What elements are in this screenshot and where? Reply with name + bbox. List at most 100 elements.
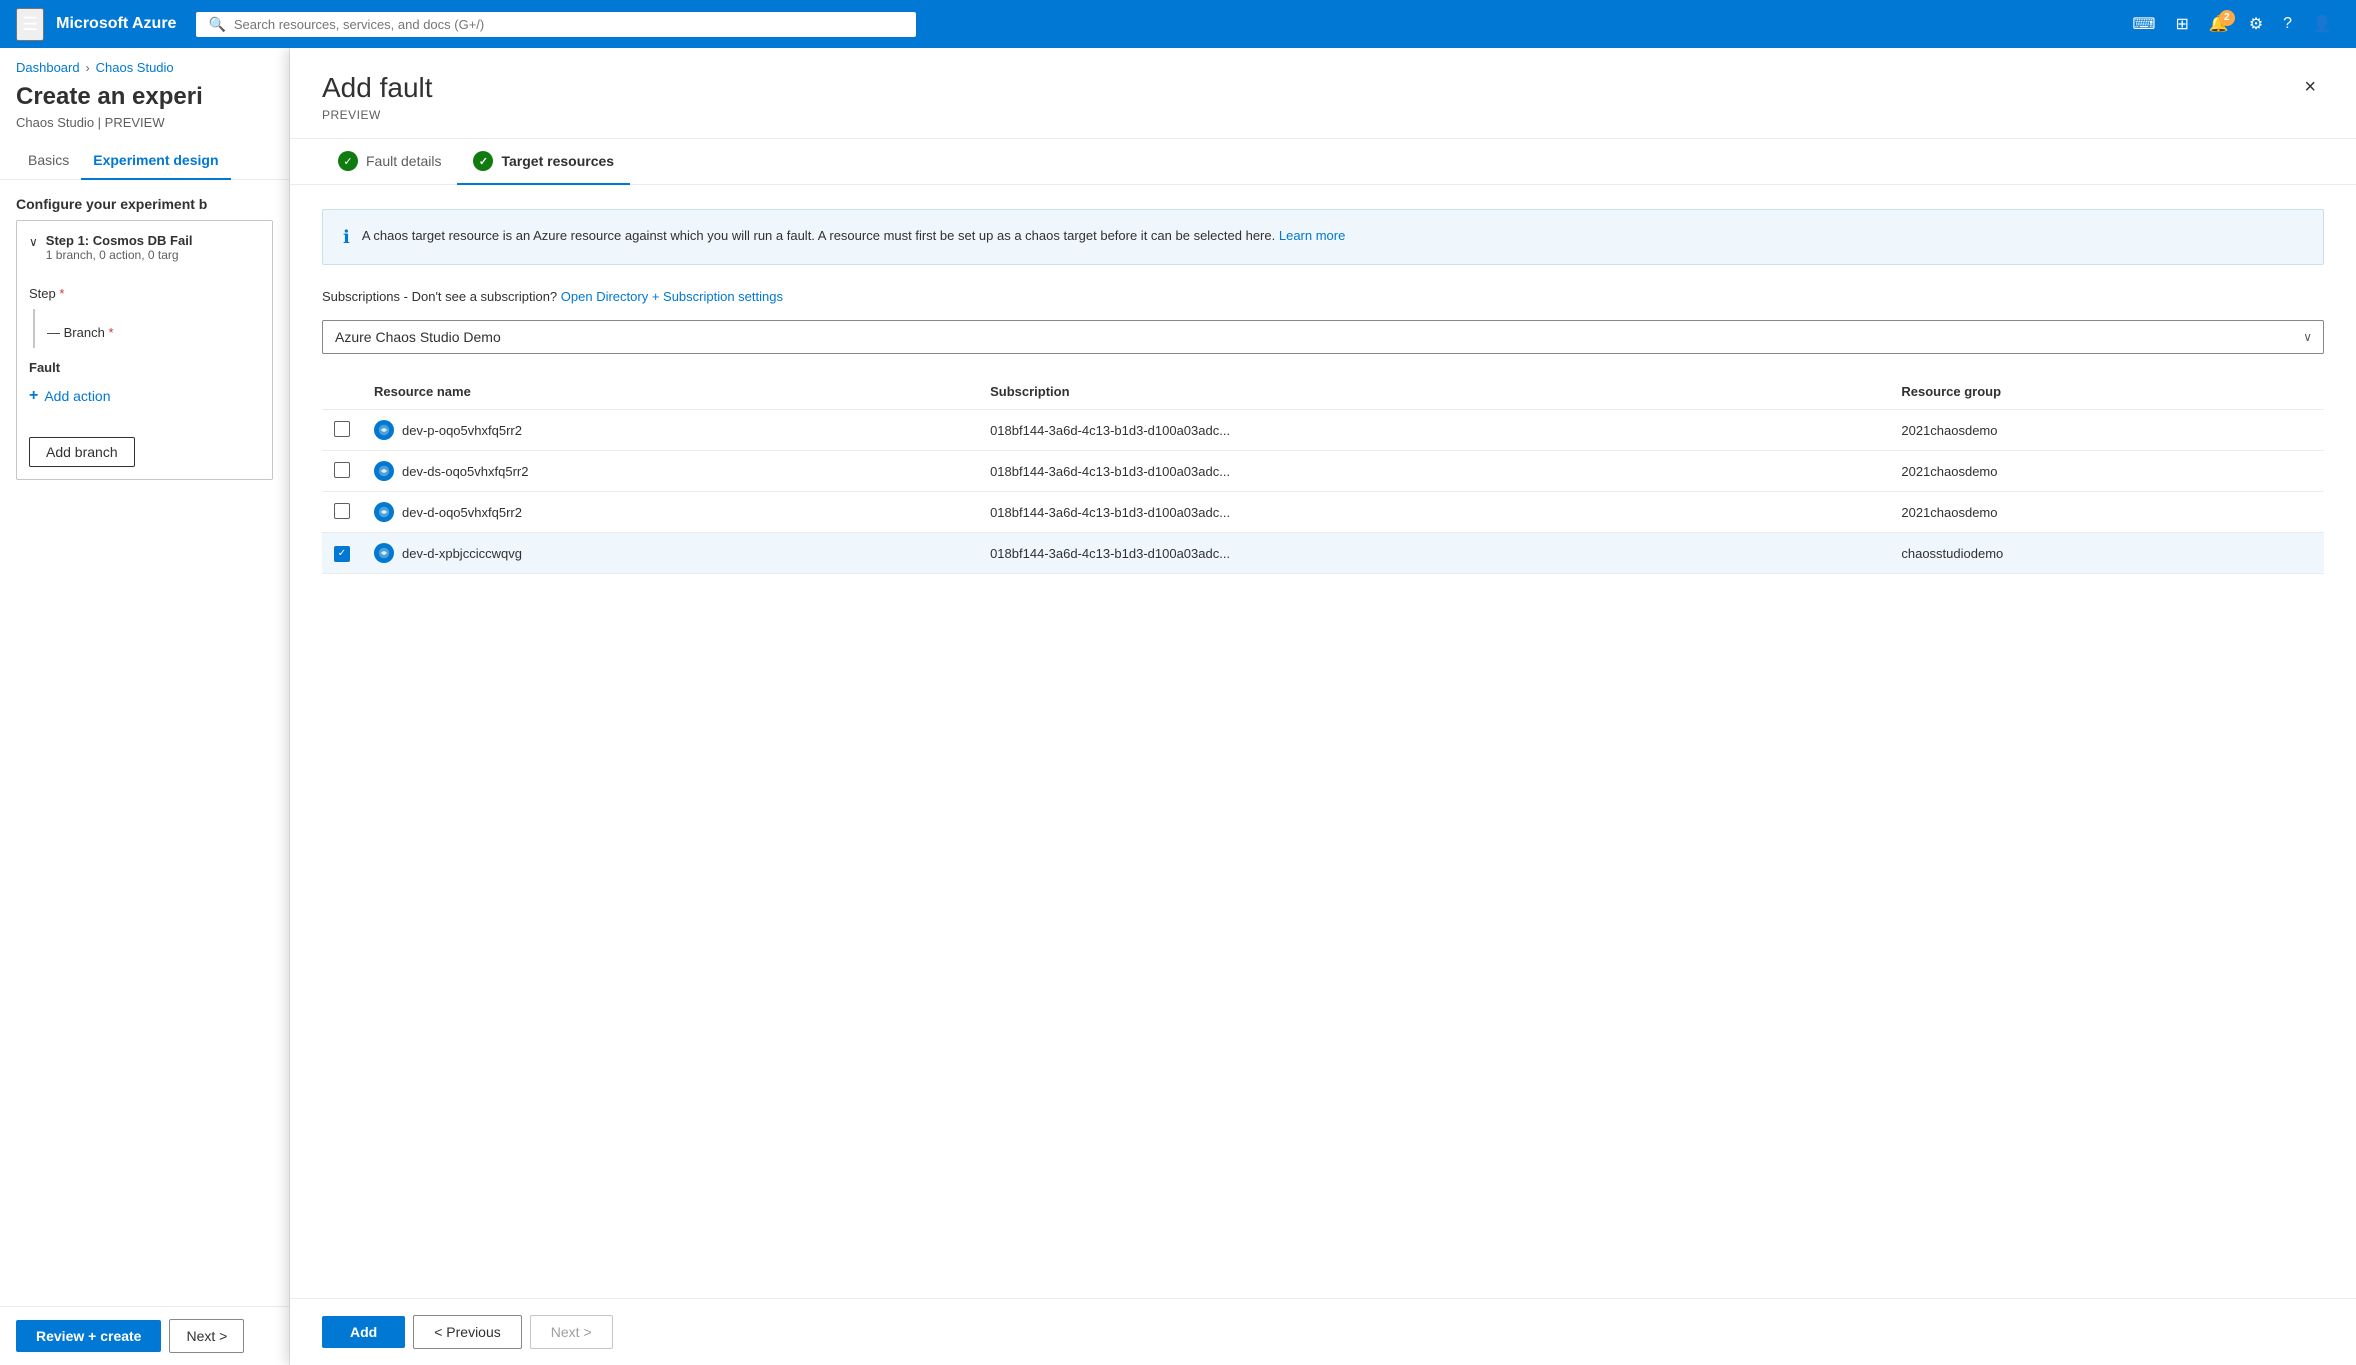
page-title: Create an experi	[0, 79, 289, 113]
breadcrumb-separator: ›	[86, 61, 90, 75]
cloud-shell-button[interactable]: ⌨	[2124, 8, 2163, 40]
step-required: *	[59, 286, 64, 301]
drawer-title-group: Add fault PREVIEW	[322, 72, 433, 122]
row-checkbox[interactable]	[334, 421, 350, 437]
row-checkbox[interactable]	[334, 462, 350, 478]
subscription-select[interactable]: Azure Chaos Studio Demo	[322, 320, 2324, 354]
resource-icon	[374, 461, 394, 481]
topbar-icons: ⌨ ⊞ 🔔 2 ⚙ ? 👤	[2124, 8, 2340, 40]
close-button[interactable]: ×	[2296, 72, 2324, 103]
page-tabs: Basics Experiment design	[0, 142, 289, 180]
search-box[interactable]: 🔍	[196, 12, 916, 37]
table-row: dev-d-oqo5vhxfq5rr2 018bf144-3a6d-4c13-b…	[322, 492, 2324, 533]
resource-name: dev-p-oqo5vhxfq5rr2	[402, 423, 522, 438]
step-body: Step * — Branch * Fault + Add action Add…	[17, 286, 272, 479]
subscription-select-wrapper: Azure Chaos Studio Demo ∨	[322, 320, 2324, 354]
previous-button[interactable]: < Previous	[413, 1315, 522, 1349]
learn-more-link[interactable]: Learn more	[1279, 228, 1345, 243]
col-resource-group: Resource group	[1889, 374, 2324, 410]
table-row: ✓ dev-d-xpbjcciccwqvg 018bf144-3a6d-4c13…	[322, 533, 2324, 574]
step-name: Step 1: Cosmos DB Fail	[46, 233, 260, 248]
resource-icon	[374, 420, 394, 440]
breadcrumb: Dashboard › Chaos Studio	[0, 48, 289, 79]
breadcrumb-chaos-studio[interactable]: Chaos Studio	[96, 60, 174, 75]
drawer-footer: Add < Previous Next >	[290, 1298, 2356, 1365]
table-row: dev-ds-oqo5vhxfq5rr2 018bf144-3a6d-4c13-…	[322, 451, 2324, 492]
search-input[interactable]	[234, 17, 905, 32]
step-chevron-icon: ∨	[29, 235, 38, 249]
add-button[interactable]: Add	[322, 1316, 405, 1348]
step-info: Step 1: Cosmos DB Fail 1 branch, 0 actio…	[46, 233, 260, 262]
search-icon: 🔍	[208, 16, 225, 33]
tab-basics[interactable]: Basics	[16, 142, 81, 180]
fault-details-check-icon: ✓	[338, 151, 358, 171]
resource-group: 2021chaosdemo	[1889, 410, 2324, 451]
plus-icon: +	[29, 387, 38, 405]
next-button[interactable]: Next >	[169, 1319, 244, 1353]
resource-name: dev-ds-oqo5vhxfq5rr2	[402, 464, 528, 479]
row-checkbox[interactable]: ✓	[334, 546, 350, 562]
breadcrumb-dashboard[interactable]: Dashboard	[16, 60, 80, 75]
col-subscription: Subscription	[978, 374, 1889, 410]
resource-name-cell: dev-ds-oqo5vhxfq5rr2	[362, 451, 978, 492]
resource-subscription: 018bf144-3a6d-4c13-b1d3-d100a03adc...	[978, 410, 1889, 451]
tab-experiment-design[interactable]: Experiment design	[81, 142, 230, 180]
fault-label: Fault	[29, 360, 260, 375]
review-create-button[interactable]: Review + create	[16, 1320, 161, 1352]
resource-name: dev-d-oqo5vhxfq5rr2	[402, 505, 522, 520]
brand-name: Microsoft Azure	[56, 15, 176, 33]
branch-field-label: — Branch *	[47, 325, 260, 340]
step-field-label: Step *	[29, 286, 260, 301]
bottom-actions: Review + create Next >	[0, 1306, 289, 1365]
page-subtitle: Chaos Studio | PREVIEW	[0, 113, 289, 142]
resource-name: dev-d-xpbjcciccwqvg	[402, 546, 522, 561]
resource-name-cell: dev-p-oqo5vhxfq5rr2	[362, 410, 978, 451]
drawer-title: Add fault	[322, 72, 433, 104]
portal-menu-button[interactable]: ⊞	[2168, 8, 2197, 40]
left-panel: Dashboard › Chaos Studio Create an exper…	[0, 48, 290, 1365]
tab-target-resources[interactable]: ✓ Target resources	[457, 139, 630, 185]
row-checkbox[interactable]	[334, 503, 350, 519]
resource-subscription: 018bf144-3a6d-4c13-b1d3-d100a03adc...	[978, 451, 1889, 492]
hamburger-menu[interactable]: ☰	[16, 8, 44, 41]
notification-badge: 2	[2219, 10, 2235, 26]
branch-required: *	[108, 325, 113, 340]
col-resource-name: Resource name	[362, 374, 978, 410]
info-text: A chaos target resource is an Azure reso…	[362, 226, 1346, 248]
resource-name-cell: dev-d-oqo5vhxfq5rr2	[362, 492, 978, 533]
topbar: ☰ Microsoft Azure 🔍 ⌨ ⊞ 🔔 2 ⚙ ? 👤	[0, 0, 2356, 48]
account-button[interactable]: 👤	[2304, 8, 2340, 40]
resource-name-cell: dev-d-xpbjcciccwqvg	[362, 533, 978, 574]
info-icon: ℹ	[343, 227, 350, 248]
drawer-header: Add fault PREVIEW ×	[290, 48, 2356, 139]
side-drawer: Add fault PREVIEW × ✓ Fault details ✓ Ta…	[290, 48, 2356, 1365]
resource-group: 2021chaosdemo	[1889, 492, 2324, 533]
step-card: ∨ Step 1: Cosmos DB Fail 1 branch, 0 act…	[16, 220, 273, 480]
drawer-subtitle: PREVIEW	[322, 108, 433, 122]
col-checkbox	[322, 374, 362, 410]
tab-fault-details[interactable]: ✓ Fault details	[322, 139, 457, 185]
target-resources-check-icon: ✓	[473, 151, 493, 171]
next-button-disabled: Next >	[530, 1315, 613, 1349]
settings-button[interactable]: ⚙	[2241, 8, 2271, 40]
configure-label: Configure your experiment b	[0, 180, 289, 220]
table-row: dev-p-oqo5vhxfq5rr2 018bf144-3a6d-4c13-b…	[322, 410, 2324, 451]
resource-subscription: 018bf144-3a6d-4c13-b1d3-d100a03adc...	[978, 492, 1889, 533]
open-directory-link[interactable]: Open Directory + Subscription settings	[561, 289, 783, 304]
add-action-button[interactable]: + Add action	[29, 383, 111, 409]
notifications-button[interactable]: 🔔 2	[2201, 8, 2237, 40]
resource-group: chaosstudiodemo	[1889, 533, 2324, 574]
table-header-row: Resource name Subscription Resource grou…	[322, 374, 2324, 410]
info-box: ℹ A chaos target resource is an Azure re…	[322, 209, 2324, 265]
resource-group: 2021chaosdemo	[1889, 451, 2324, 492]
help-button[interactable]: ?	[2275, 9, 2300, 39]
drawer-content: ℹ A chaos target resource is an Azure re…	[290, 185, 2356, 1298]
add-branch-button[interactable]: Add branch	[29, 437, 135, 467]
step-header[interactable]: ∨ Step 1: Cosmos DB Fail 1 branch, 0 act…	[17, 221, 272, 274]
page-wrapper: Dashboard › Chaos Studio Create an exper…	[0, 48, 2356, 1365]
resource-subscription: 018bf144-3a6d-4c13-b1d3-d100a03adc...	[978, 533, 1889, 574]
step-meta: 1 branch, 0 action, 0 targ	[46, 248, 260, 262]
subscription-row: Subscriptions - Don't see a subscription…	[322, 289, 2324, 304]
drawer-tabs: ✓ Fault details ✓ Target resources	[290, 139, 2356, 185]
resource-icon	[374, 543, 394, 563]
